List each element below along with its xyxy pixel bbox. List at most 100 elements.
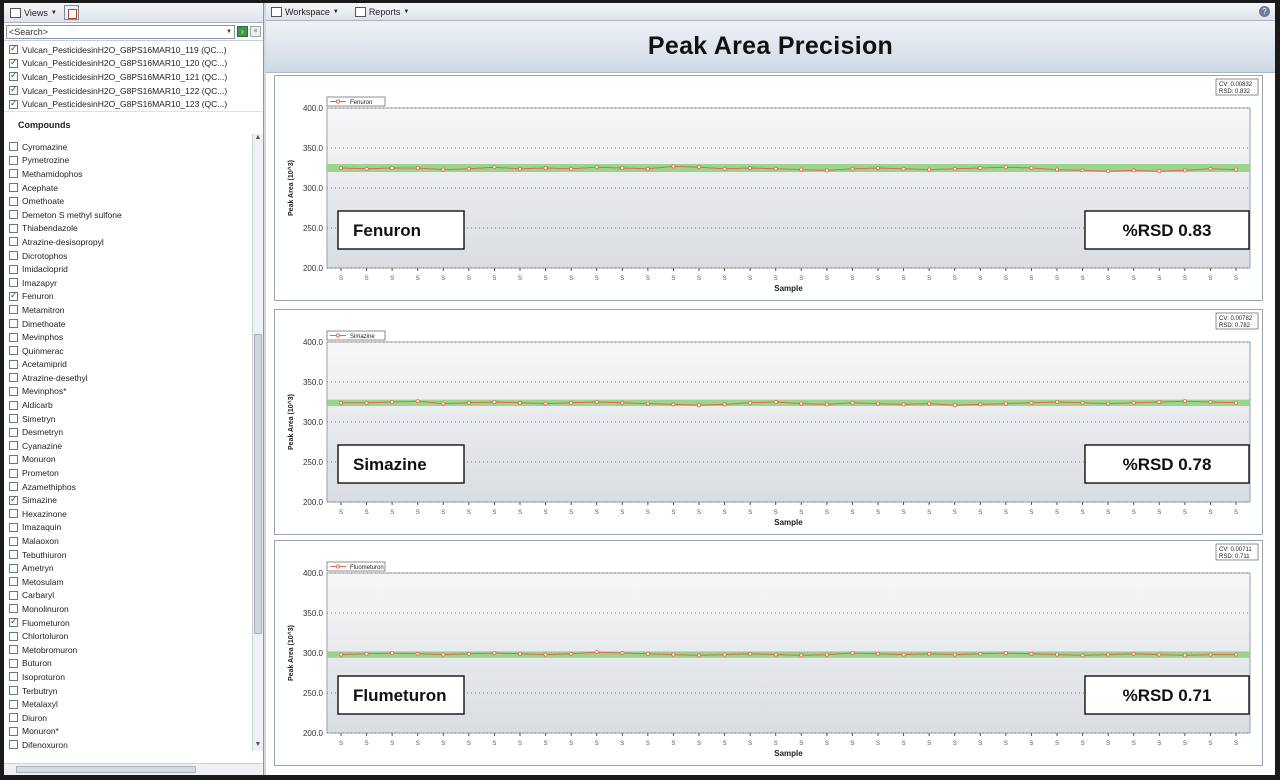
checkbox[interactable] <box>9 522 18 532</box>
checkbox[interactable] <box>9 346 18 356</box>
checkbox[interactable] <box>9 563 18 573</box>
compound-item[interactable]: Quinmerac <box>4 344 263 358</box>
checkbox[interactable] <box>9 70 18 82</box>
file-item[interactable]: Vulcan_PesticidesinH2O_G8PS16MAR10_123 (… <box>4 97 263 111</box>
file-item[interactable]: Vulcan_PesticidesinH2O_G8PS16MAR10_121 (… <box>4 70 263 84</box>
compound-item[interactable]: Monolinuron <box>4 602 263 616</box>
checkbox[interactable] <box>9 43 18 55</box>
compound-item[interactable]: Malaoxon <box>4 534 263 548</box>
file-item[interactable]: Vulcan_PesticidesinH2O_G8PS16MAR10_120 (… <box>4 57 263 71</box>
compound-item[interactable]: Prometon <box>4 466 263 480</box>
checkbox[interactable] <box>9 631 18 641</box>
checkbox[interactable] <box>9 509 18 519</box>
compound-scrollbar[interactable]: ▲ ▼ <box>252 134 263 751</box>
compound-item[interactable]: Simazine <box>4 493 263 507</box>
checkbox[interactable] <box>9 373 18 383</box>
checkbox[interactable] <box>9 251 18 261</box>
checkbox[interactable] <box>9 672 18 682</box>
help-icon[interactable]: ? <box>1259 6 1270 17</box>
checkbox[interactable] <box>9 223 18 233</box>
compound-item[interactable]: Atrazine-desethyl <box>4 371 263 385</box>
reports-menu[interactable]: Reports ▼ <box>352 6 412 18</box>
checkbox[interactable] <box>9 57 18 68</box>
checkbox[interactable] <box>9 278 18 288</box>
compound-item[interactable]: Carbaryl <box>4 589 263 603</box>
checkbox[interactable] <box>9 604 18 614</box>
compound-item[interactable]: Fenuron <box>4 290 263 304</box>
checkbox[interactable] <box>9 550 18 560</box>
checkbox[interactable] <box>9 441 18 451</box>
checkbox[interactable] <box>9 98 18 109</box>
checkbox[interactable] <box>9 183 18 193</box>
workspace-menu[interactable]: Workspace ▼ <box>268 6 342 18</box>
compound-item[interactable]: Diuron <box>4 711 263 725</box>
compound-item[interactable]: Fluometuron <box>4 616 263 630</box>
checkbox[interactable] <box>9 713 18 723</box>
scroll-down-icon[interactable]: ▼ <box>253 741 263 751</box>
compound-item[interactable]: Mevinphos* <box>4 385 263 399</box>
compound-item[interactable]: Imidacloprid <box>4 262 263 276</box>
checkbox[interactable] <box>9 142 18 152</box>
views-menu[interactable]: Views ▼ <box>7 7 60 19</box>
checkbox[interactable] <box>9 84 18 96</box>
file-item[interactable]: Vulcan_PesticidesinH2O_G8PS16MAR10_122 (… <box>4 84 263 98</box>
compound-item[interactable]: Monuron <box>4 453 263 467</box>
compound-item[interactable]: Chlortoluron <box>4 629 263 643</box>
checkbox[interactable] <box>9 536 18 546</box>
compound-item[interactable]: Tebuthiuron <box>4 548 263 562</box>
report-icon[interactable] <box>63 5 79 20</box>
compound-item[interactable]: Acephate <box>4 181 263 195</box>
compound-item[interactable]: Atrazine-desisopropyl <box>4 235 263 249</box>
checkbox[interactable] <box>9 319 18 329</box>
checkbox[interactable] <box>9 386 18 396</box>
checkbox[interactable] <box>9 454 18 464</box>
checkbox[interactable] <box>9 468 18 478</box>
scroll-thumb[interactable] <box>254 334 262 634</box>
compound-item[interactable]: Monuron* <box>4 725 263 739</box>
checkbox[interactable] <box>9 577 18 587</box>
compound-item[interactable]: Hexazinone <box>4 507 263 521</box>
compound-item[interactable]: Demeton S methyl sulfone <box>4 208 263 222</box>
checkbox[interactable] <box>9 645 18 655</box>
compound-item[interactable]: Pymetrozine <box>4 154 263 168</box>
horizontal-scrollbar[interactable] <box>4 763 263 775</box>
compound-item[interactable]: Isoproturon <box>4 670 263 684</box>
checkbox[interactable] <box>9 740 18 750</box>
checkbox[interactable] <box>9 196 18 206</box>
checkbox[interactable] <box>9 658 18 668</box>
compound-item[interactable]: Cyanazine <box>4 439 263 453</box>
compound-item[interactable]: Methamidophos <box>4 167 263 181</box>
compound-item[interactable]: Imazaquin <box>4 521 263 535</box>
compound-item[interactable]: Omethoate <box>4 194 263 208</box>
compound-item[interactable]: Buturon <box>4 657 263 671</box>
checkbox[interactable] <box>9 686 18 696</box>
compound-item[interactable]: Difenoxuron <box>4 738 263 751</box>
compound-item[interactable]: Metamitron <box>4 303 263 317</box>
checkbox[interactable] <box>9 169 18 179</box>
scroll-up-icon[interactable]: ▲ <box>253 134 263 144</box>
checkbox[interactable] <box>9 305 18 315</box>
compound-item[interactable]: Dicrotophos <box>4 249 263 263</box>
compound-item[interactable]: Azamethiphos <box>4 480 263 494</box>
compound-item[interactable]: Simetryn <box>4 412 263 426</box>
checkbox[interactable] <box>9 590 18 600</box>
checkbox[interactable] <box>9 427 18 437</box>
checkbox[interactable] <box>9 494 18 505</box>
search-go-button[interactable]: › <box>237 26 248 37</box>
checkbox[interactable] <box>9 332 18 342</box>
compound-item[interactable]: Metosulam <box>4 575 263 589</box>
compound-item[interactable]: Mevinphos <box>4 330 263 344</box>
compound-item[interactable]: Metobromuron <box>4 643 263 657</box>
checkbox[interactable] <box>9 482 18 492</box>
checkbox[interactable] <box>9 155 18 165</box>
file-item[interactable]: Vulcan_PesticidesinH2O_G8PS16MAR10_119 (… <box>4 43 263 57</box>
chevron-down-icon[interactable]: ▼ <box>226 26 232 38</box>
compound-item[interactable]: Terbutryn <box>4 684 263 698</box>
compound-item[interactable]: Desmetryn <box>4 425 263 439</box>
checkbox[interactable] <box>9 616 18 628</box>
compound-item[interactable]: Thiabendazole <box>4 222 263 236</box>
horizontal-scroll-thumb[interactable] <box>16 766 196 773</box>
checkbox[interactable] <box>9 726 18 736</box>
compound-item[interactable]: Acetamiprid <box>4 358 263 372</box>
checkbox[interactable] <box>9 359 18 369</box>
